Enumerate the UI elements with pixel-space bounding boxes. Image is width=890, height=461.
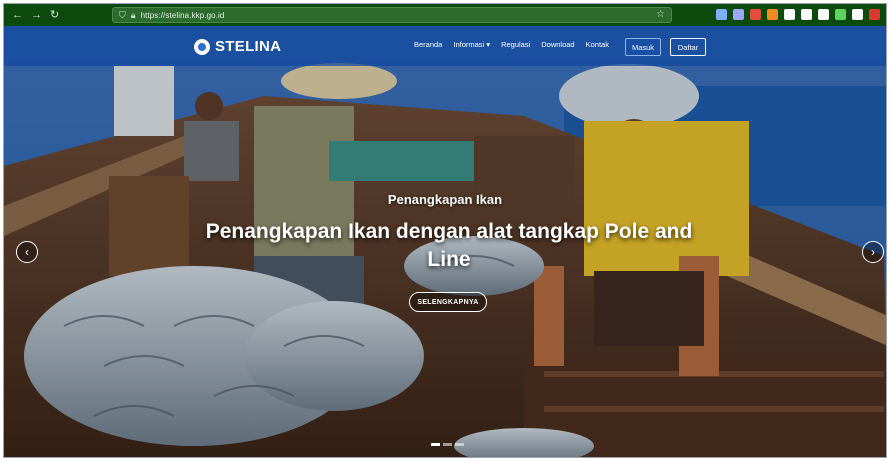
carousel-dot[interactable] bbox=[443, 443, 452, 446]
carousel-dot[interactable] bbox=[431, 443, 440, 446]
extension-icon[interactable] bbox=[733, 9, 744, 20]
extension-icon[interactable] bbox=[801, 9, 812, 20]
extension-icon[interactable] bbox=[767, 9, 778, 20]
extension-icon[interactable] bbox=[886, 9, 887, 20]
carousel-prev-button[interactable]: ‹ bbox=[16, 241, 38, 263]
bookmark-star-icon[interactable]: ☆ bbox=[656, 9, 665, 20]
reload-icon[interactable]: ↻ bbox=[50, 9, 59, 21]
extension-icon[interactable] bbox=[852, 9, 863, 20]
browser-toolbar: ← → ↻ ⛉ 🔒︎ https://stelina.kkp.go.id ☆ bbox=[4, 4, 886, 26]
main-menu: Beranda Informasi ▾ Regulasi Download Ko… bbox=[414, 40, 609, 49]
back-icon[interactable]: ← bbox=[12, 9, 23, 21]
brand-name: STELINA bbox=[215, 38, 282, 55]
login-button[interactable]: Masuk bbox=[625, 38, 661, 56]
extension-icon[interactable] bbox=[818, 9, 829, 20]
nav-regulasi[interactable]: Regulasi bbox=[501, 40, 530, 49]
carousel-next-button[interactable]: › bbox=[862, 241, 884, 263]
slide-title: Penangkapan Ikan dengan alat tangkap Pol… bbox=[205, 220, 693, 271]
url-text[interactable]: https://stelina.kkp.go.id bbox=[141, 11, 225, 20]
nav-download[interactable]: Download bbox=[541, 40, 574, 49]
carousel-dot[interactable] bbox=[455, 443, 464, 446]
screenshot-frame: ← → ↻ ⛉ 🔒︎ https://stelina.kkp.go.id ☆ S… bbox=[3, 3, 887, 458]
extension-icons bbox=[716, 9, 887, 20]
extension-icon[interactable] bbox=[869, 9, 880, 20]
slide-subtitle: Penangkapan Ikan bbox=[387, 192, 503, 207]
site-navbar: STELINA Beranda Informasi ▾ Regulasi Dow… bbox=[4, 26, 886, 66]
carousel-indicators bbox=[431, 443, 464, 446]
extension-icon[interactable] bbox=[835, 9, 846, 20]
chevron-right-icon: › bbox=[871, 245, 875, 259]
forward-icon[interactable]: → bbox=[31, 9, 42, 21]
nav-beranda[interactable]: Beranda bbox=[414, 40, 442, 49]
lock-icon[interactable]: 🔒︎ bbox=[131, 10, 136, 21]
extension-icon[interactable] bbox=[784, 9, 795, 20]
extension-icon[interactable] bbox=[750, 9, 761, 20]
site-logo[interactable]: STELINA bbox=[194, 38, 281, 55]
extension-icon[interactable] bbox=[716, 9, 727, 20]
chevron-left-icon: ‹ bbox=[25, 245, 29, 259]
address-bar[interactable]: ⛉ 🔒︎ https://stelina.kkp.go.id ☆ bbox=[112, 7, 672, 23]
stelina-logo-icon bbox=[194, 38, 210, 55]
nav-informasi[interactable]: Informasi ▾ bbox=[453, 40, 490, 49]
register-button[interactable]: Daftar bbox=[670, 38, 706, 56]
nav-kontak[interactable]: Kontak bbox=[586, 40, 609, 49]
shield-icon: ⛉ bbox=[119, 9, 126, 20]
read-more-button[interactable]: SELENGKAPNYA bbox=[409, 292, 487, 312]
